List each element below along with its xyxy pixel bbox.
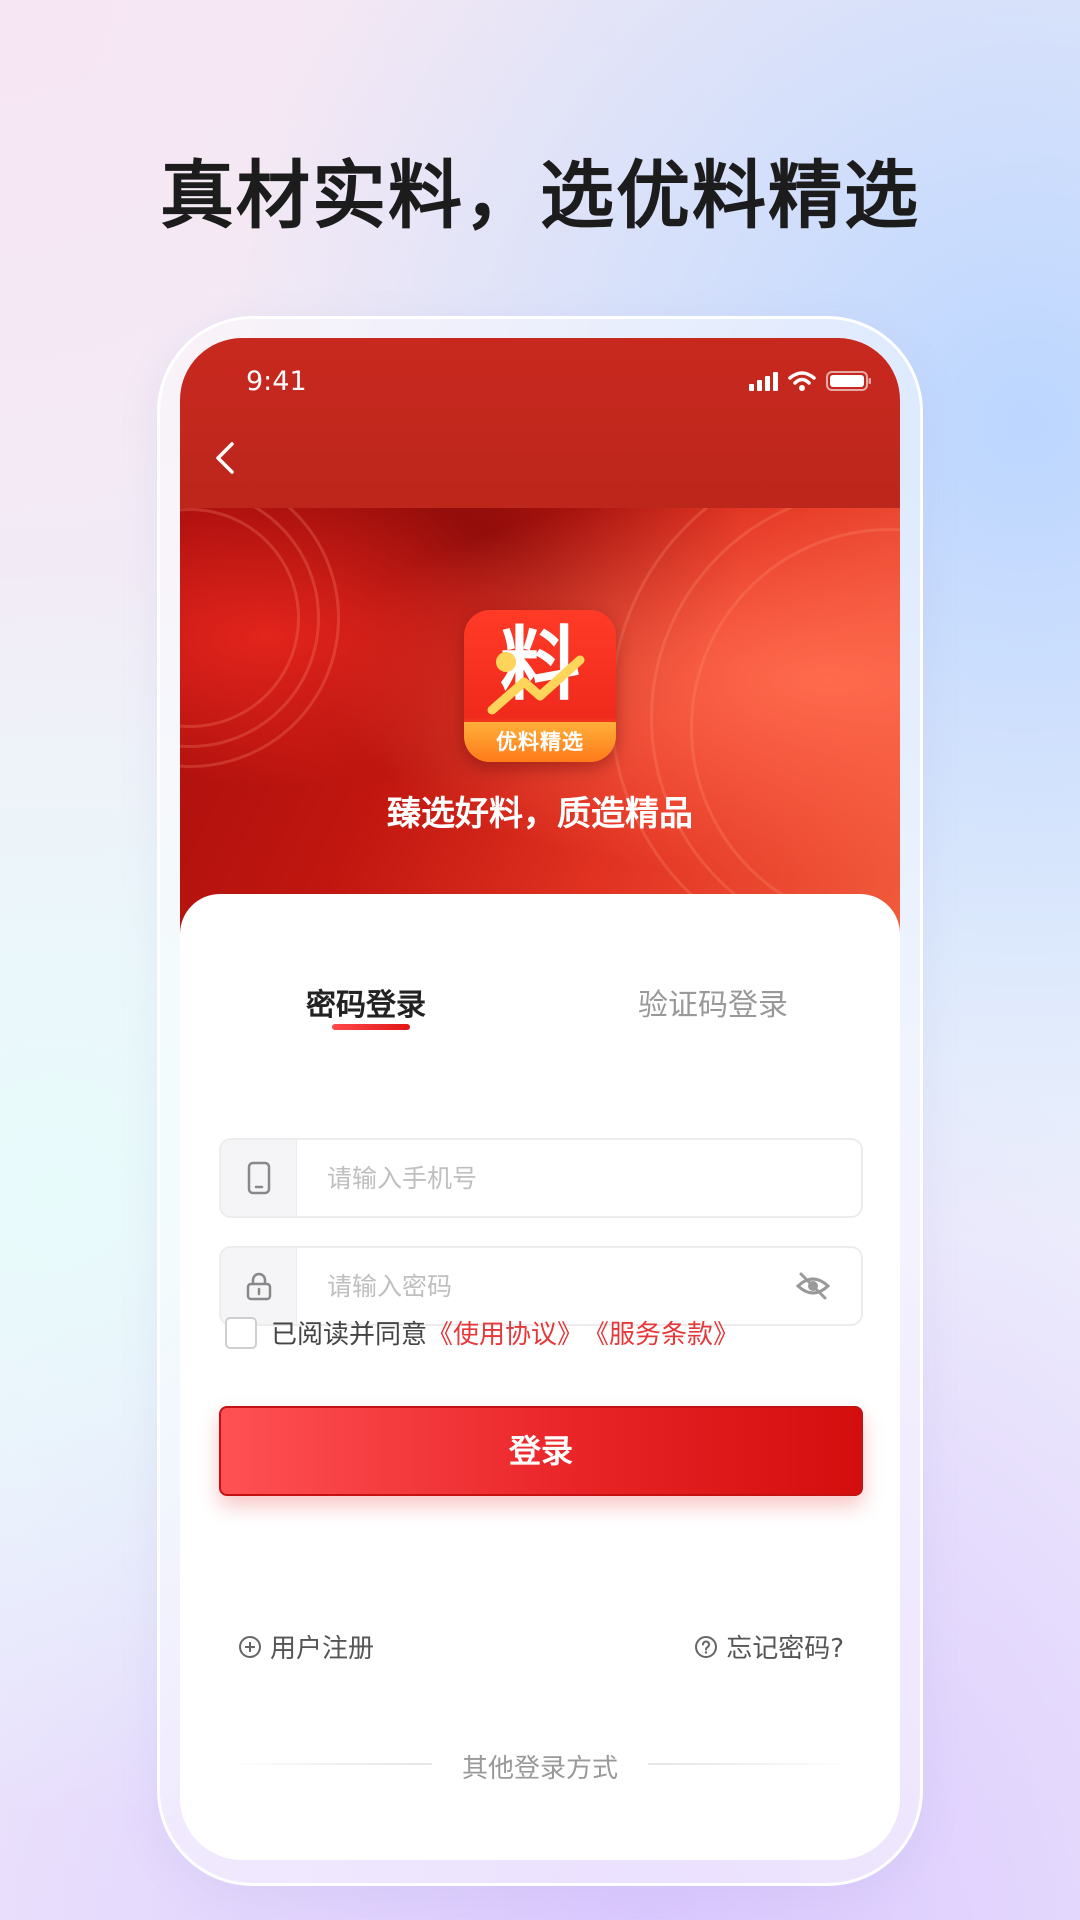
- plus-circle-icon: [239, 1635, 261, 1658]
- phone-screen: 9:41 料 优料精选 臻选好料，质造精品 密码登录 验证码登录 请输入手机号 …: [180, 338, 900, 1860]
- service-terms-link[interactable]: 《服务条款》: [583, 1314, 739, 1351]
- other-login-label: 其他登录方式: [461, 1754, 618, 1784]
- top-bar: 9:41: [180, 338, 900, 508]
- phone-field: [219, 1138, 863, 1218]
- login-button[interactable]: 登录: [219, 1406, 863, 1496]
- forgot-password-label: 忘记密码?: [726, 1634, 844, 1664]
- question-circle-icon: [695, 1635, 718, 1658]
- eye-hidden-icon[interactable]: [795, 1270, 831, 1302]
- terms-of-use-link[interactable]: 《使用协议》: [427, 1314, 583, 1351]
- status-time: 9:41: [246, 366, 307, 397]
- divider-right: [648, 1763, 858, 1765]
- register-link[interactable]: 用户注册: [238, 1628, 374, 1665]
- forgot-password-link[interactable]: 忘记密码?: [694, 1628, 844, 1665]
- tab-code-login[interactable]: 验证码登录: [638, 980, 788, 1024]
- login-card: 密码登录 验证码登录 请输入手机号 已阅读并同意 《使用协议》 《服务条款》 登…: [180, 894, 900, 1860]
- lock-icon: [246, 1272, 271, 1301]
- signal-icon: [749, 372, 778, 391]
- battery-icon: [826, 371, 871, 391]
- agreement-row: 已阅读并同意 《使用协议》 《服务条款》: [225, 1314, 739, 1351]
- lock-icon-box: [221, 1248, 297, 1324]
- page-headline: 真材实料，选优料精选: [160, 153, 920, 239]
- password-input[interactable]: [297, 1248, 797, 1324]
- hero-slogan: 臻选好料，质造精品: [387, 794, 693, 834]
- wifi-icon: [788, 371, 816, 391]
- agreement-checkbox[interactable]: [225, 1316, 257, 1349]
- logo-label: 优料精选: [464, 722, 616, 762]
- tab-password-login[interactable]: 密码登录: [306, 980, 426, 1024]
- phone-input[interactable]: [297, 1140, 797, 1216]
- status-icons: [748, 370, 872, 392]
- agreement-text: 已阅读并同意: [271, 1320, 428, 1350]
- mobile-phone-icon: [247, 1161, 270, 1195]
- logo-trend-icon: [487, 652, 585, 715]
- register-label: 用户注册: [270, 1634, 375, 1664]
- tab-active-indicator: [332, 1024, 410, 1030]
- phone-icon-box: [221, 1140, 297, 1216]
- back-arrow-icon[interactable]: [206, 438, 246, 478]
- app-logo: 料 优料精选: [464, 610, 616, 762]
